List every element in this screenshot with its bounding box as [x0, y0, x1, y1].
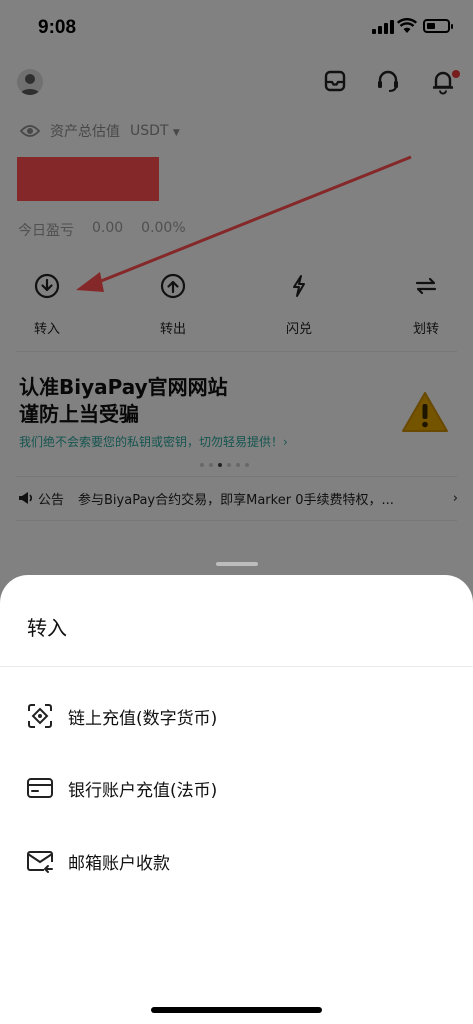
sheet-title: 转入	[27, 616, 67, 640]
bank-card-icon	[27, 778, 53, 798]
deposit-sheet: 转入 链上充值(数字货币) 银行账户充值(法币) 邮箱账户收款	[0, 562, 473, 1024]
onchain-deposit-option[interactable]: 链上充值(数字货币)	[0, 696, 473, 736]
email-receive-label: 邮箱账户收款	[68, 853, 170, 874]
mail-receive-icon	[27, 851, 53, 873]
home-indicator[interactable]	[151, 1007, 322, 1013]
bank-deposit-option[interactable]: 银行账户充值(法币)	[0, 768, 473, 808]
bank-deposit-label: 银行账户充值(法币)	[68, 780, 218, 801]
scan-coin-icon	[28, 704, 52, 728]
email-receive-option[interactable]: 邮箱账户收款	[0, 841, 473, 881]
onchain-deposit-label: 链上充值(数字货币)	[68, 708, 218, 729]
sheet-divider	[0, 666, 473, 667]
sheet-grabber[interactable]	[216, 562, 258, 566]
